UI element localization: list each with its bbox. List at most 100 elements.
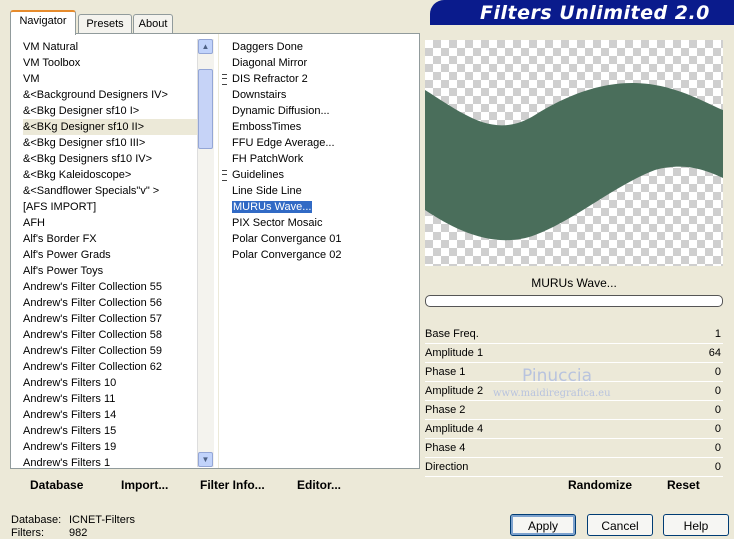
- category-item[interactable]: Andrew's Filters 10: [23, 375, 203, 391]
- reset-button[interactable]: Reset: [667, 478, 700, 492]
- parameter-label: Amplitude 2: [425, 385, 484, 397]
- category-item[interactable]: VM Toolbox: [23, 55, 203, 71]
- parameter-value[interactable]: 0: [715, 458, 721, 476]
- filter-item-label: EmbossTimes: [232, 121, 302, 133]
- status-filters-value: 982: [69, 527, 88, 539]
- category-item[interactable]: VM Natural: [23, 39, 203, 55]
- category-item[interactable]: &<Background Designers IV>: [23, 87, 203, 103]
- filter-item-label: Downstairs: [232, 89, 287, 101]
- parameter-row[interactable]: Amplitude 4 0: [425, 420, 723, 439]
- filter-item-label: FH PatchWork: [232, 153, 304, 165]
- filter-item-label: Dynamic Diffusion...: [232, 105, 330, 117]
- category-scrollbar[interactable]: ▲ ▼: [197, 39, 214, 467]
- parameter-value[interactable]: 1: [715, 325, 721, 343]
- filter-item-label: Diagonal Mirror: [232, 57, 308, 69]
- status-db-value: ICNET-Filters: [69, 514, 135, 526]
- category-item[interactable]: Alf's Power Toys: [23, 263, 203, 279]
- scroll-down-icon[interactable]: ▼: [198, 452, 213, 467]
- group-grip-icon: [222, 74, 227, 85]
- parameter-list: Base Freq. 1 Amplitude 1 64 Phase 1 0 Amplitud…: [425, 325, 723, 477]
- filter-item-label: MURUs Wave...: [232, 201, 313, 213]
- tab-about[interactable]: About: [133, 14, 173, 33]
- filter-item[interactable]: FFU Edge Average...: [222, 135, 412, 151]
- filter-item[interactable]: FH PatchWork: [222, 151, 412, 167]
- cancel-button[interactable]: Cancel: [587, 514, 653, 536]
- category-item[interactable]: &<Bkg Kaleidoscope>: [23, 167, 203, 183]
- category-item[interactable]: Andrew's Filter Collection 56: [23, 295, 203, 311]
- category-item[interactable]: Andrew's Filters 19: [23, 439, 203, 455]
- parameter-row[interactable]: Base Freq. 1: [425, 325, 723, 344]
- filter-item[interactable]: DIS Refractor 2: [222, 71, 412, 87]
- filter-item[interactable]: Downstairs: [222, 87, 412, 103]
- filter-item-label: PIX Sector Mosaic: [232, 217, 323, 229]
- filter-item[interactable]: Diagonal Mirror: [222, 55, 412, 71]
- parameter-label: Phase 4: [425, 442, 466, 454]
- status-database: Database: ICNET-Filters: [11, 514, 135, 526]
- parameter-row[interactable]: Amplitude 1 64: [425, 344, 723, 363]
- editor-button[interactable]: Editor...: [297, 478, 341, 492]
- apply-button[interactable]: Apply: [510, 514, 576, 536]
- category-item[interactable]: Andrew's Filters 14: [23, 407, 203, 423]
- filter-item[interactable]: MURUs Wave...: [222, 199, 412, 215]
- parameter-value[interactable]: 0: [715, 401, 721, 419]
- filter-item[interactable]: Guidelines: [222, 167, 412, 183]
- category-item[interactable]: Andrew's Filter Collection 58: [23, 327, 203, 343]
- scroll-thumb[interactable]: [198, 69, 213, 149]
- category-item[interactable]: &<Sandflower Specials"v" >: [23, 183, 203, 199]
- filter-item-label: Polar Convergance 01: [232, 233, 342, 245]
- parameter-label: Direction: [425, 461, 469, 473]
- filter-item-label: Daggers Done: [232, 41, 303, 53]
- filter-item-label: Line Side Line: [232, 185, 302, 197]
- parameter-value[interactable]: 0: [715, 382, 721, 400]
- category-item[interactable]: &<BKg Designer sf10 II>: [23, 119, 203, 135]
- filter-item-label: FFU Edge Average...: [232, 137, 335, 149]
- tab-navigator[interactable]: Navigator: [10, 10, 76, 35]
- randomize-button[interactable]: Randomize: [568, 478, 632, 492]
- category-item[interactable]: Andrew's Filters 15: [23, 423, 203, 439]
- watermark-site: www.maidiregrafica.eu: [493, 388, 611, 399]
- filter-item[interactable]: Line Side Line: [222, 183, 412, 199]
- help-button[interactable]: Help: [663, 514, 729, 536]
- filter-info-button[interactable]: Filter Info...: [200, 478, 265, 492]
- app-title: Filters Unlimited 2.0: [480, 2, 710, 24]
- category-item[interactable]: &<Bkg Designer sf10 I>: [23, 103, 203, 119]
- category-item[interactable]: VM: [23, 71, 203, 87]
- parameter-label: Amplitude 1: [425, 347, 484, 359]
- category-item[interactable]: Andrew's Filter Collection 62: [23, 359, 203, 375]
- filter-item[interactable]: EmbossTimes: [222, 119, 412, 135]
- parameter-row[interactable]: Phase 2 0: [425, 401, 723, 420]
- parameter-value[interactable]: 0: [715, 420, 721, 438]
- database-button[interactable]: Database: [30, 478, 83, 492]
- category-item[interactable]: Andrew's Filter Collection 57: [23, 311, 203, 327]
- parameter-value[interactable]: 0: [715, 439, 721, 457]
- parameter-value[interactable]: 64: [709, 344, 721, 362]
- status-db-label: Database:: [11, 514, 62, 526]
- parameter-value[interactable]: 0: [715, 363, 721, 381]
- preview-canvas: [425, 40, 723, 266]
- category-item[interactable]: AFH: [23, 215, 203, 231]
- wave-preview: [425, 83, 723, 241]
- category-item[interactable]: Andrew's Filter Collection 59: [23, 343, 203, 359]
- category-item[interactable]: [AFS IMPORT]: [23, 199, 203, 215]
- filter-item[interactable]: Daggers Done: [222, 39, 412, 55]
- category-item[interactable]: Andrew's Filter Collection 55: [23, 279, 203, 295]
- parameter-label: Phase 1: [425, 366, 466, 378]
- filter-item-label: DIS Refractor 2: [232, 73, 308, 85]
- category-item[interactable]: Alf's Border FX: [23, 231, 203, 247]
- category-item[interactable]: &<Bkg Designer sf10 III>: [23, 135, 203, 151]
- filter-list[interactable]: Daggers Done Diagonal Mirror DIS Refractor…: [222, 39, 412, 263]
- category-item[interactable]: Alf's Power Grads: [23, 247, 203, 263]
- parameter-row[interactable]: Direction 0: [425, 458, 723, 477]
- filter-item-label: Guidelines: [232, 169, 284, 181]
- parameter-row[interactable]: Phase 4 0: [425, 439, 723, 458]
- filter-item[interactable]: PIX Sector Mosaic: [222, 215, 412, 231]
- tab-presets[interactable]: Presets: [78, 14, 132, 33]
- category-list[interactable]: VM Natural VM Toolbox VM &<Background Desig…: [23, 39, 203, 469]
- import-button[interactable]: Import...: [121, 478, 168, 492]
- category-item[interactable]: Andrew's Filters 11: [23, 391, 203, 407]
- category-item[interactable]: &<Bkg Designers sf10 IV>: [23, 151, 203, 167]
- filter-item[interactable]: Polar Convergance 02: [222, 247, 412, 263]
- filter-item[interactable]: Dynamic Diffusion...: [222, 103, 412, 119]
- filter-item[interactable]: Polar Convergance 01: [222, 231, 412, 247]
- scroll-up-icon[interactable]: ▲: [198, 39, 213, 54]
